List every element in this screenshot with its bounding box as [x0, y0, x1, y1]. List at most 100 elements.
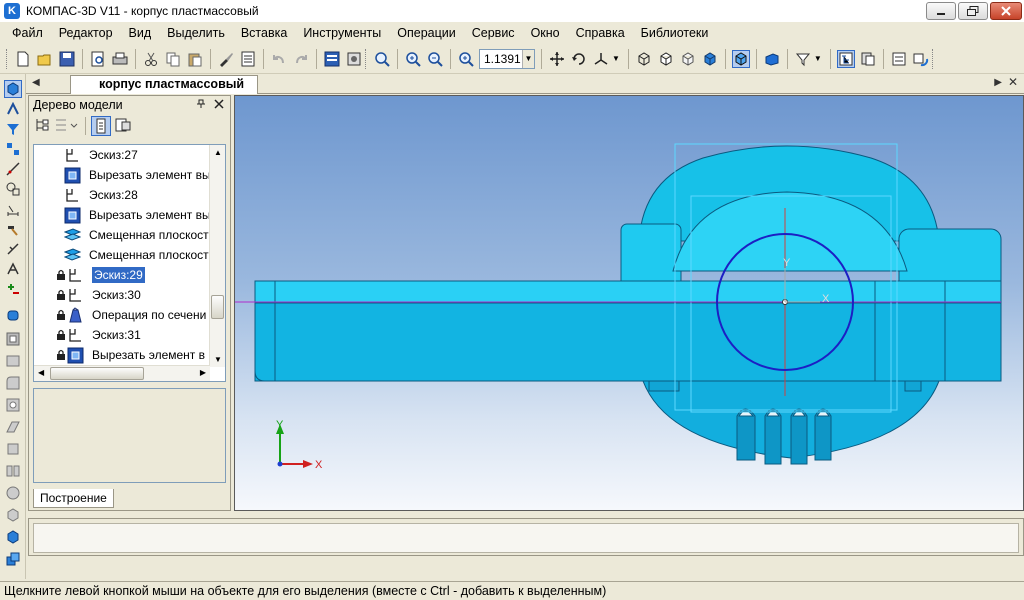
tree-horizontal-scrollbar[interactable]: ◀ ▶ [34, 365, 210, 381]
manager-button[interactable] [323, 50, 341, 68]
tree-vertical-scrollbar[interactable]: ▲ ▼ [209, 145, 225, 367]
hidden-lines-thin-button[interactable] [679, 50, 697, 68]
toolbar-grip[interactable] [6, 48, 9, 69]
menu-editor[interactable]: Редактор [51, 26, 121, 40]
settings-button[interactable] [345, 50, 363, 68]
surfaces-button[interactable] [4, 120, 22, 138]
properties-panel-button[interactable] [4, 528, 22, 546]
perspective-button[interactable] [763, 50, 781, 68]
tree-sort-icon[interactable] [54, 116, 80, 137]
menu-window[interactable]: Окно [523, 26, 568, 40]
document-properties-button[interactable] [239, 50, 257, 68]
menu-tools[interactable]: Инструменты [295, 26, 389, 40]
tree-item[interactable]: Эскиз:30 [34, 285, 210, 305]
undo-button[interactable] [270, 50, 288, 68]
tab-scroll-left-icon[interactable]: ◀ [32, 77, 40, 88]
scroll-down-icon[interactable]: ▼ [214, 355, 222, 364]
sphere-button[interactable] [4, 484, 22, 502]
menu-operations[interactable]: Операции [389, 26, 463, 40]
tree-export-icon[interactable] [114, 116, 132, 137]
new-document-button[interactable] [14, 50, 32, 68]
copy-button[interactable] [164, 50, 182, 68]
menu-libraries[interactable]: Библиотеки [633, 26, 717, 40]
tree-item[interactable]: Вырезать элемент в [34, 345, 210, 365]
scroll-left-icon[interactable]: ◀ [38, 368, 44, 377]
tree-item[interactable]: Смещенная плоскост [34, 245, 210, 265]
tab-document[interactable]: корпус пластмассовый [70, 75, 258, 94]
pan-button[interactable] [548, 50, 566, 68]
wireframe-button[interactable] [635, 50, 653, 68]
tree-item[interactable]: Эскиз:28 [34, 185, 210, 205]
zoom-scale-button[interactable] [457, 50, 475, 68]
toolbar-grip[interactable] [365, 48, 368, 69]
constraints-button[interactable] [4, 240, 22, 258]
mirror-button[interactable] [4, 462, 22, 480]
cut-button[interactable] [142, 50, 160, 68]
model-viewport[interactable]: Y X Y X [234, 95, 1024, 511]
menu-insert[interactable]: Вставка [233, 26, 295, 40]
zoom-in-button[interactable] [404, 50, 422, 68]
hidden-lines-button[interactable] [657, 50, 675, 68]
toolbar-grip[interactable] [931, 48, 935, 69]
editing-details-button[interactable] [4, 80, 22, 98]
measure-button[interactable] [4, 220, 22, 238]
menu-help[interactable]: Справка [568, 26, 633, 40]
tree-item[interactable]: Эскиз:27 [34, 145, 210, 165]
tree-scroll-thumb[interactable] [211, 295, 224, 319]
body-button[interactable] [4, 506, 22, 524]
filter-button[interactable] [794, 50, 812, 68]
open-button[interactable] [36, 50, 54, 68]
restore-button[interactable] [958, 2, 988, 20]
redo-button[interactable] [292, 50, 310, 68]
tree-item[interactable]: Эскиз:29 [34, 265, 210, 285]
minimize-button[interactable] [926, 2, 956, 20]
chevron-down-icon[interactable]: ▼ [522, 49, 534, 68]
auxiliary-geometry-button[interactable] [4, 160, 22, 178]
shaded-edges-button[interactable] [731, 49, 750, 68]
properties-button[interactable] [217, 50, 235, 68]
arrays-button[interactable] [4, 140, 22, 158]
spatial-curves-button[interactable] [4, 100, 22, 118]
menu-file[interactable]: Файл [4, 26, 51, 40]
chevron-down-icon[interactable]: ▼ [814, 54, 822, 63]
scroll-right-icon[interactable]: ▶ [200, 368, 206, 377]
tree-structure-icon[interactable] [33, 116, 51, 137]
zoom-level-select[interactable]: 1.1391 ▼ [479, 48, 535, 69]
rotate-button[interactable] [570, 50, 588, 68]
pin-icon[interactable] [196, 96, 206, 114]
tree-item[interactable]: Эскиз:31 [34, 325, 210, 345]
tab-construction[interactable]: Построение [33, 489, 114, 508]
chevron-down-icon[interactable]: ▼ [612, 54, 620, 63]
fillet-button[interactable] [4, 374, 22, 392]
tree-item[interactable]: Вырезать элемент вы [34, 205, 211, 225]
tree-item[interactable]: Операция по сечени [34, 305, 210, 325]
tab-close-icon[interactable]: ✕ [1008, 75, 1018, 89]
tree-view-button[interactable] [836, 49, 855, 68]
copy-object-button[interactable] [4, 550, 22, 568]
tree-item[interactable]: Смещенная плоскост [34, 225, 210, 245]
geometry-button[interactable] [4, 180, 22, 198]
extrude-button[interactable] [4, 306, 22, 324]
tab-scroll-right-icon[interactable]: ▶ [994, 77, 1002, 88]
save-button[interactable] [58, 50, 76, 68]
dimensions-button[interactable] [4, 200, 22, 218]
zoom-out-button[interactable] [426, 50, 444, 68]
zoom-window-button[interactable] [373, 50, 391, 68]
variables-button[interactable] [890, 50, 908, 68]
close-panel-icon[interactable] [214, 96, 224, 114]
menu-service[interactable]: Сервис [464, 26, 523, 40]
paste-button[interactable] [186, 50, 204, 68]
tree-view-mode-icon[interactable] [91, 116, 111, 136]
shaded-button[interactable] [701, 50, 719, 68]
menu-view[interactable]: Вид [121, 26, 160, 40]
draft-button[interactable] [4, 440, 22, 458]
orientation-button[interactable] [592, 50, 610, 68]
print-preview-button[interactable] [89, 50, 107, 68]
tree-item[interactable]: Вырезать элемент вы [34, 165, 211, 185]
cut-extrude-button[interactable] [4, 330, 22, 348]
close-button[interactable] [990, 2, 1022, 20]
rib-button[interactable] [4, 418, 22, 436]
selection-button[interactable] [4, 280, 22, 298]
hole-button[interactable] [4, 396, 22, 414]
shell-button[interactable] [4, 352, 22, 370]
